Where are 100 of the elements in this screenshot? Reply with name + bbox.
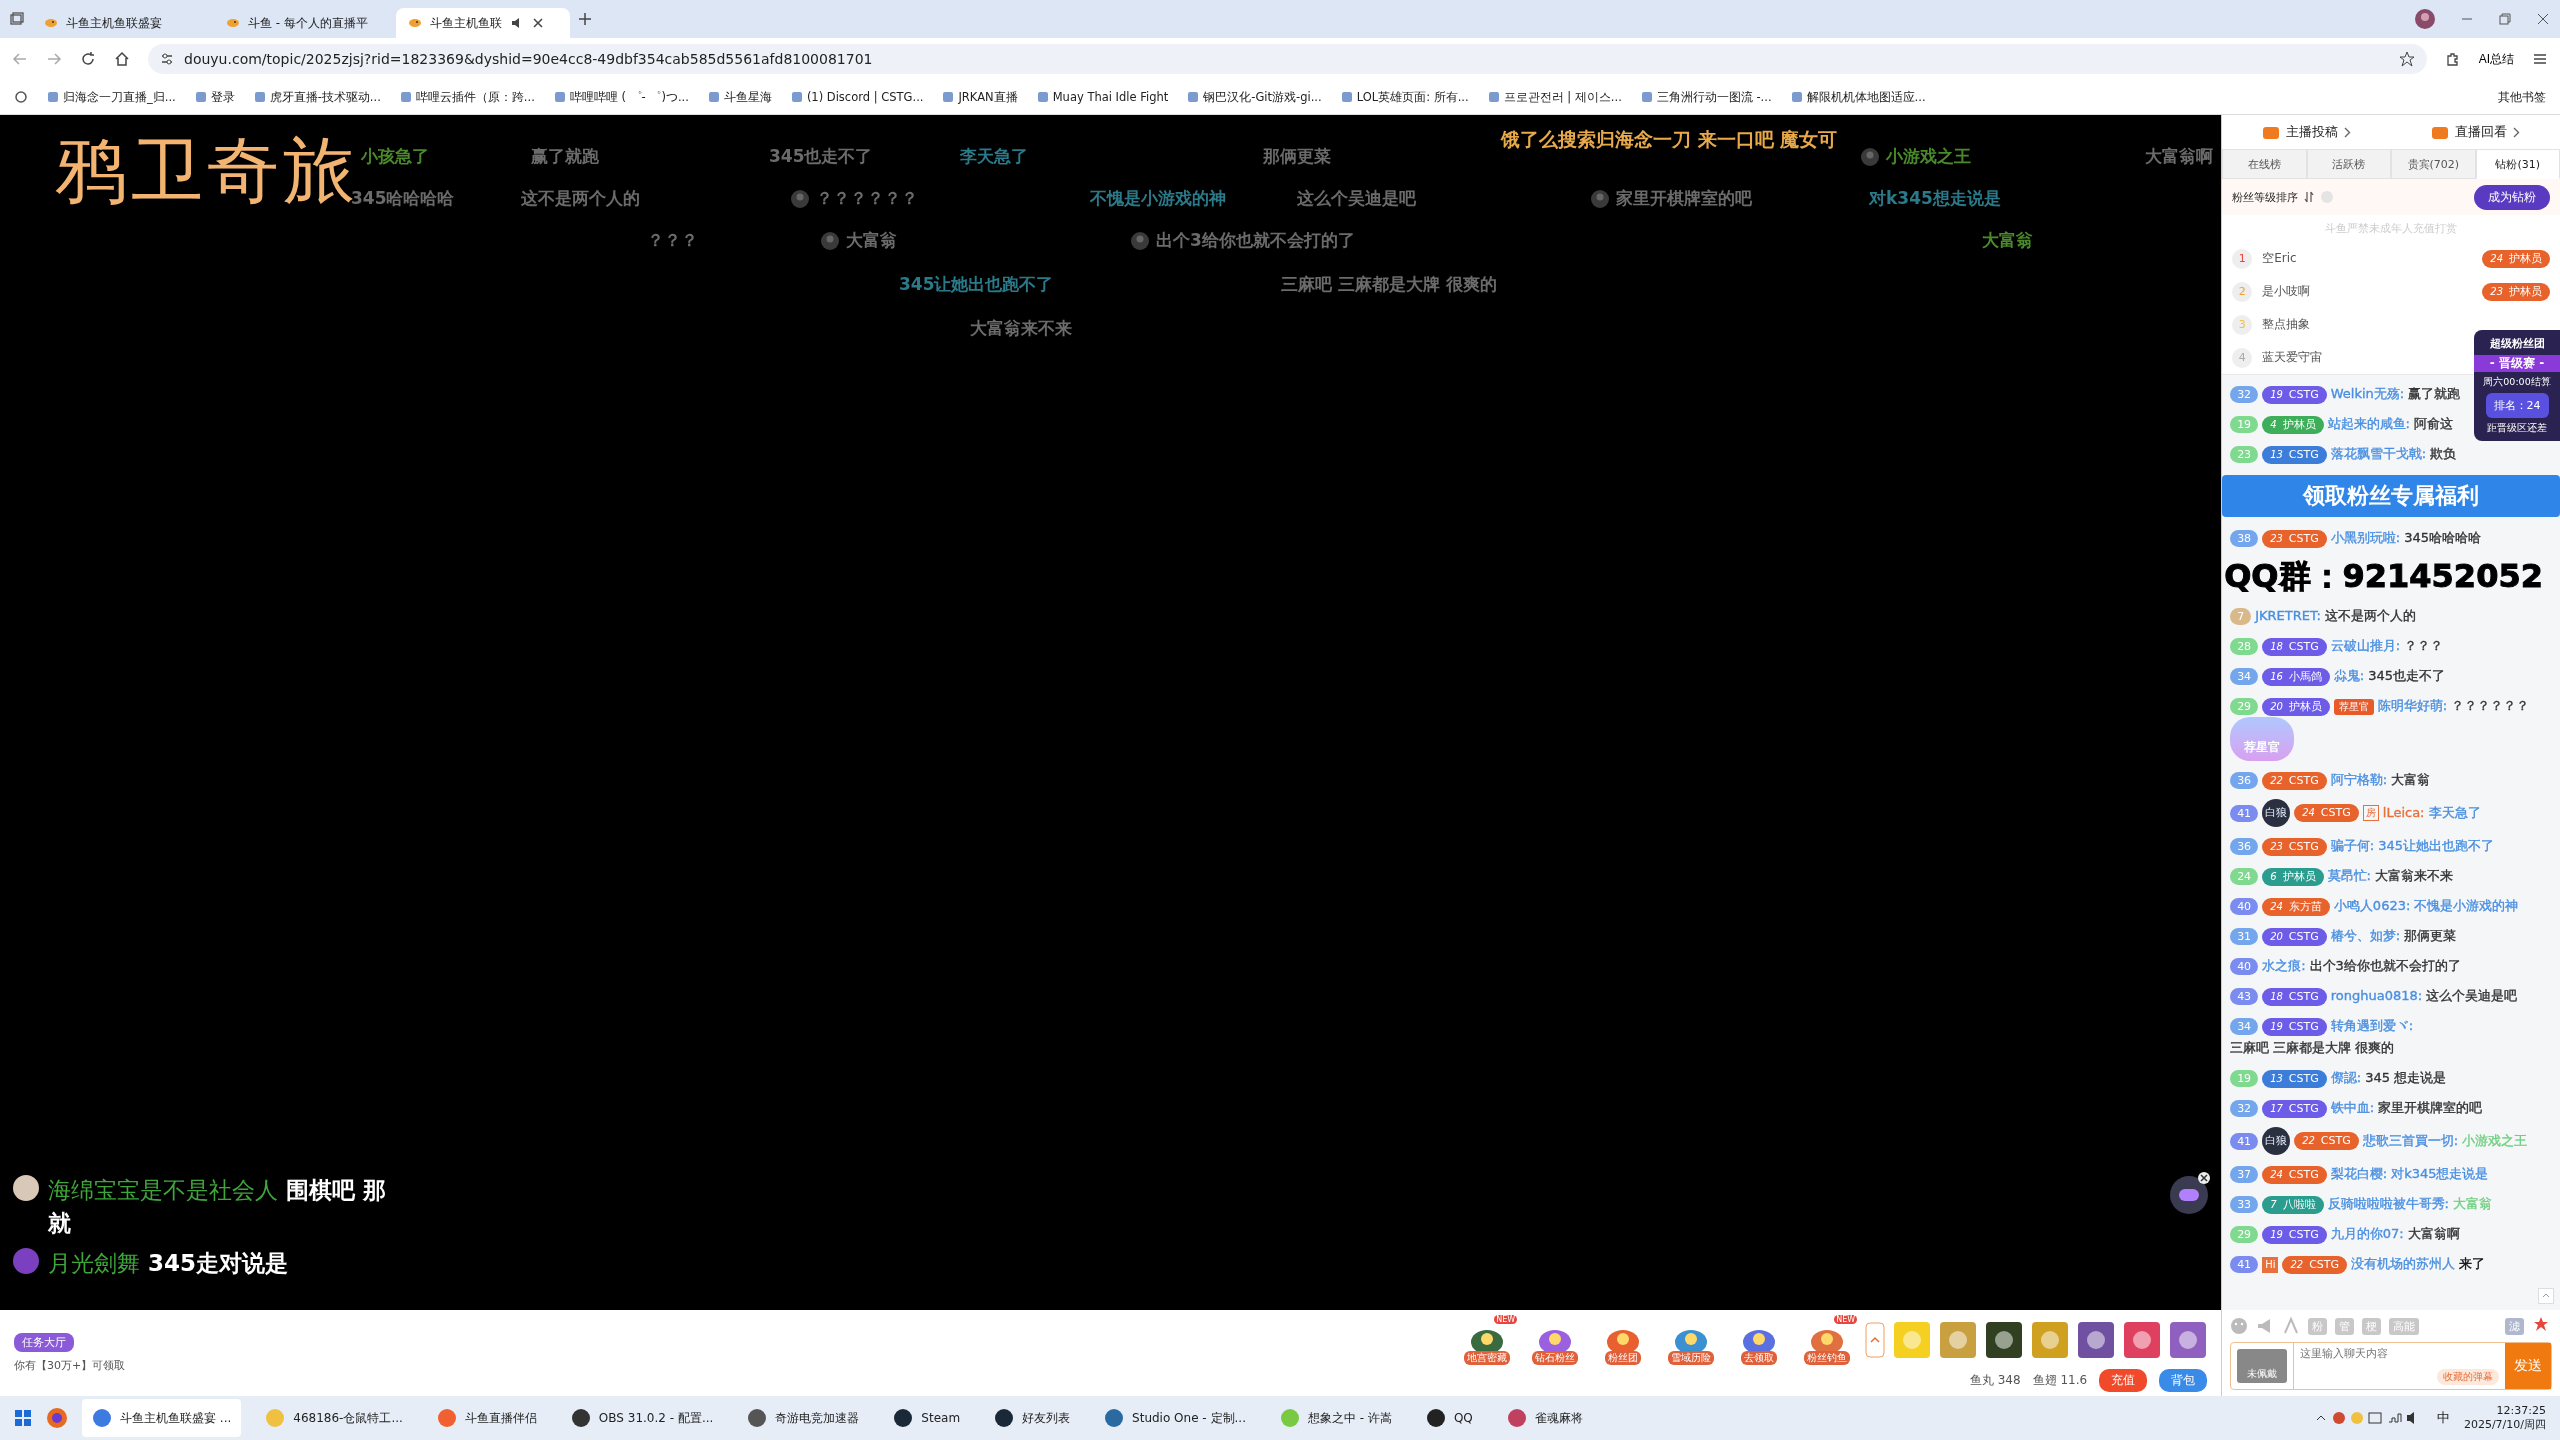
home-icon[interactable] (114, 51, 130, 67)
task-hall-button[interactable]: 任务大厅 (14, 1333, 74, 1352)
chat-input[interactable]: 这里输入聊天内容 (2300, 1347, 2499, 1359)
bookmark-link[interactable]: JRKAN直播 (943, 89, 1018, 105)
bookmark-link[interactable]: 解限机机体地图适应... (1791, 89, 1926, 105)
fan-badge: 24 东方苗 (2262, 897, 2330, 916)
chat-message: 大富翁 (2391, 771, 2431, 789)
user-name[interactable]: 反骑啦啦啦被牛哥秀: (2327, 1196, 2449, 1211)
gift-entry[interactable]: NEW 粉丝钓鱼 (1797, 1314, 1858, 1365)
bookmark-link[interactable]: Muay Thai Idle Fight (1037, 90, 1169, 104)
gift-icon[interactable] (1985, 1320, 2024, 1359)
windows-start-icon[interactable] (14, 1409, 32, 1427)
user-name[interactable]: 骗子何: (2330, 838, 2375, 853)
bookmark-link[interactable]: 哔哩哔哩 ( ゜- ゜)つ... (554, 89, 689, 105)
taskbar-app[interactable]: OBS 31.0.2 - 配置... (560, 1399, 724, 1437)
user-name[interactable]: 小黑别玩啦: (2330, 530, 2401, 545)
close-icon[interactable] (532, 17, 544, 29)
browser-tab[interactable]: 斗鱼 - 每个人的直播平 (214, 8, 388, 38)
bookmark-link[interactable]: 虎牙直播-技术驱动... (254, 89, 381, 105)
gift-entry[interactable]: 钻石粉丝 (1525, 1314, 1586, 1365)
taskbar-app[interactable]: 好友列表 (984, 1399, 1081, 1437)
close-icon[interactable] (2536, 12, 2550, 26)
user-name[interactable]: 九月的你07: (2330, 1226, 2404, 1241)
extension-icon[interactable] (2444, 51, 2461, 67)
taskbar-app[interactable]: Steam (883, 1399, 971, 1437)
gift-entry[interactable]: 去领取 (1729, 1314, 1790, 1365)
user-name[interactable]: 没有机场的苏州人 (2351, 1256, 2456, 1271)
menu-icon[interactable] (2532, 51, 2548, 67)
user-name[interactable]: 悲歌三首買一切: (2362, 1132, 2459, 1148)
gift-icon[interactable] (2077, 1320, 2116, 1359)
bookmark-link[interactable]: 登录 (195, 89, 235, 105)
other-bookmarks-link[interactable]: 其他书签 (2498, 89, 2546, 105)
gift-entry[interactable]: 粉丝团 (1593, 1314, 1654, 1365)
backpack-button[interactable]: 背包 (2159, 1368, 2208, 1392)
fan-benefit-banner[interactable]: 领取粉丝专属福利 (2222, 475, 2560, 517)
bookmark-link[interactable]: 钢巴汉化-Git游戏-gi... (1188, 89, 1322, 105)
danmaku-text: 出个3给你也就不会打的了 (1156, 229, 1355, 252)
taskbar-app[interactable]: 468186-仓鼠特工... (255, 1399, 413, 1437)
gamepad-icon[interactable] (2167, 1171, 2212, 1215)
user-name[interactable]: 云破山推月: (2330, 638, 2401, 653)
taskbar-app[interactable]: 雀魂麻将 (1496, 1399, 1593, 1437)
taskbar-app[interactable]: Studio One - 定制... (1094, 1399, 1256, 1437)
user-name[interactable]: 陈明华好萌: (2377, 698, 2448, 713)
user-name[interactable]: Welkin无殇: (2330, 386, 2405, 401)
profile-avatar-icon[interactable] (2414, 8, 2436, 30)
user-name[interactable]: 椿兮、如梦: (2330, 928, 2401, 943)
fan-club-widget[interactable]: 超级粉丝团 - 晋级赛 - 周六00:00结算 排名：24 距晋级区还差 (2474, 330, 2560, 441)
new-tab-icon[interactable] (578, 12, 592, 26)
sort-label[interactable]: 粉丝等级排序 (2232, 189, 2299, 205)
bookmark-link[interactable]: 归海念一刀直播_归... (48, 89, 176, 105)
user-name[interactable]: 阿宁格勒: (2330, 772, 2388, 787)
back-icon[interactable] (12, 51, 28, 67)
reload-icon[interactable] (80, 51, 96, 67)
forward-icon[interactable] (46, 51, 62, 67)
scroll-top-icon[interactable] (2538, 1288, 2554, 1304)
user-name[interactable]: 水之痕: (2262, 958, 2306, 973)
room-admin-badge: 房 (2362, 805, 2379, 821)
sort-icon[interactable] (2304, 191, 2315, 203)
user-name[interactable]: 铁中血: (2330, 1100, 2375, 1115)
user-name[interactable]: 站起来的咸鱼: (2327, 416, 2410, 431)
taskbar-app[interactable]: 斗鱼主机鱼联盛宴 ... (82, 1399, 242, 1437)
chat-message: 李天急了 (2428, 803, 2481, 822)
clock[interactable]: 12:37:25 2025/7/10/周四 (2463, 1404, 2546, 1432)
star-icon[interactable] (2398, 51, 2415, 67)
taskbar-app[interactable]: 想象之中 - 许嵩 (1269, 1399, 1402, 1437)
bookmark-link[interactable]: LOL英雄页面: 所有... (1341, 89, 1469, 105)
ranking-tab[interactable]: 活跃榜 (2306, 149, 2392, 179)
tab-actions-icon[interactable] (10, 12, 24, 26)
browser-tab[interactable]: 斗鱼主机鱼联 (396, 8, 570, 38)
ranking-tab[interactable]: 钻粉(31) (2475, 149, 2560, 179)
claim-notice: 你有【30万+】可领取 (14, 1358, 126, 1373)
site-info-icon[interactable] (160, 52, 174, 66)
user-name[interactable]: 转角遇到爱ヾ: (2330, 1018, 2414, 1033)
ranking-tab[interactable]: 在线榜 (2222, 149, 2307, 179)
header-link[interactable]: 主播投稿 (2262, 123, 2352, 141)
bookmark-link[interactable]: (1) Discord | CSTG... (791, 90, 924, 104)
gift-entry[interactable]: NEW 地宫密藏 (1457, 1314, 1518, 1365)
header-link[interactable]: 直播回看 (2431, 123, 2521, 141)
taskbar-app[interactable]: 斗鱼直播伴侣 (426, 1399, 547, 1437)
input-method-indicator[interactable]: 中 (2436, 1409, 2450, 1427)
user-name[interactable]: 尛鬼: (2333, 668, 2365, 683)
restore-icon[interactable] (2498, 12, 2512, 26)
fan-badge: 22 CSTG (2282, 1255, 2348, 1274)
taskbar-app[interactable]: 奇游电竞加速器 (737, 1399, 870, 1437)
address-bar[interactable]: douyu.com/topic/2025zjsj?rid=1823369&dyshid=90e4cc8-49dbf354cab585d5561afd8100081701 (148, 44, 2427, 74)
browser-icon[interactable] (46, 1407, 68, 1429)
ai-summary-button[interactable]: AI总结 (2478, 50, 2514, 68)
bookmark-link[interactable]: 斗鱼星海 (708, 89, 772, 105)
become-fan-button[interactable]: 成为钻粉 (2474, 184, 2550, 210)
bookmark-link[interactable]: 哔哩云插件（原：跨... (400, 89, 535, 105)
chat-message: 345哈哈哈哈 (2404, 529, 2481, 547)
browser-tab[interactable]: 斗鱼主机鱼联盛宴 (32, 8, 206, 38)
user-name[interactable]: 傺認: (2330, 1070, 2362, 1085)
bookmark-link[interactable]: 프로관전러 | 제이스... (1488, 89, 1622, 105)
wear-badge-button[interactable]: 未佩戴 (2237, 1349, 2288, 1383)
gift-entry[interactable]: 雪域历险 (1661, 1314, 1722, 1365)
taskbar-app[interactable]: QQ (1415, 1399, 1483, 1437)
ranking-tab[interactable]: 贵宾(702) (2391, 149, 2476, 179)
recharge-button[interactable]: 充值 (2099, 1368, 2148, 1392)
bookmark-link[interactable]: 三角洲行动一图流 -... (1641, 89, 1772, 105)
